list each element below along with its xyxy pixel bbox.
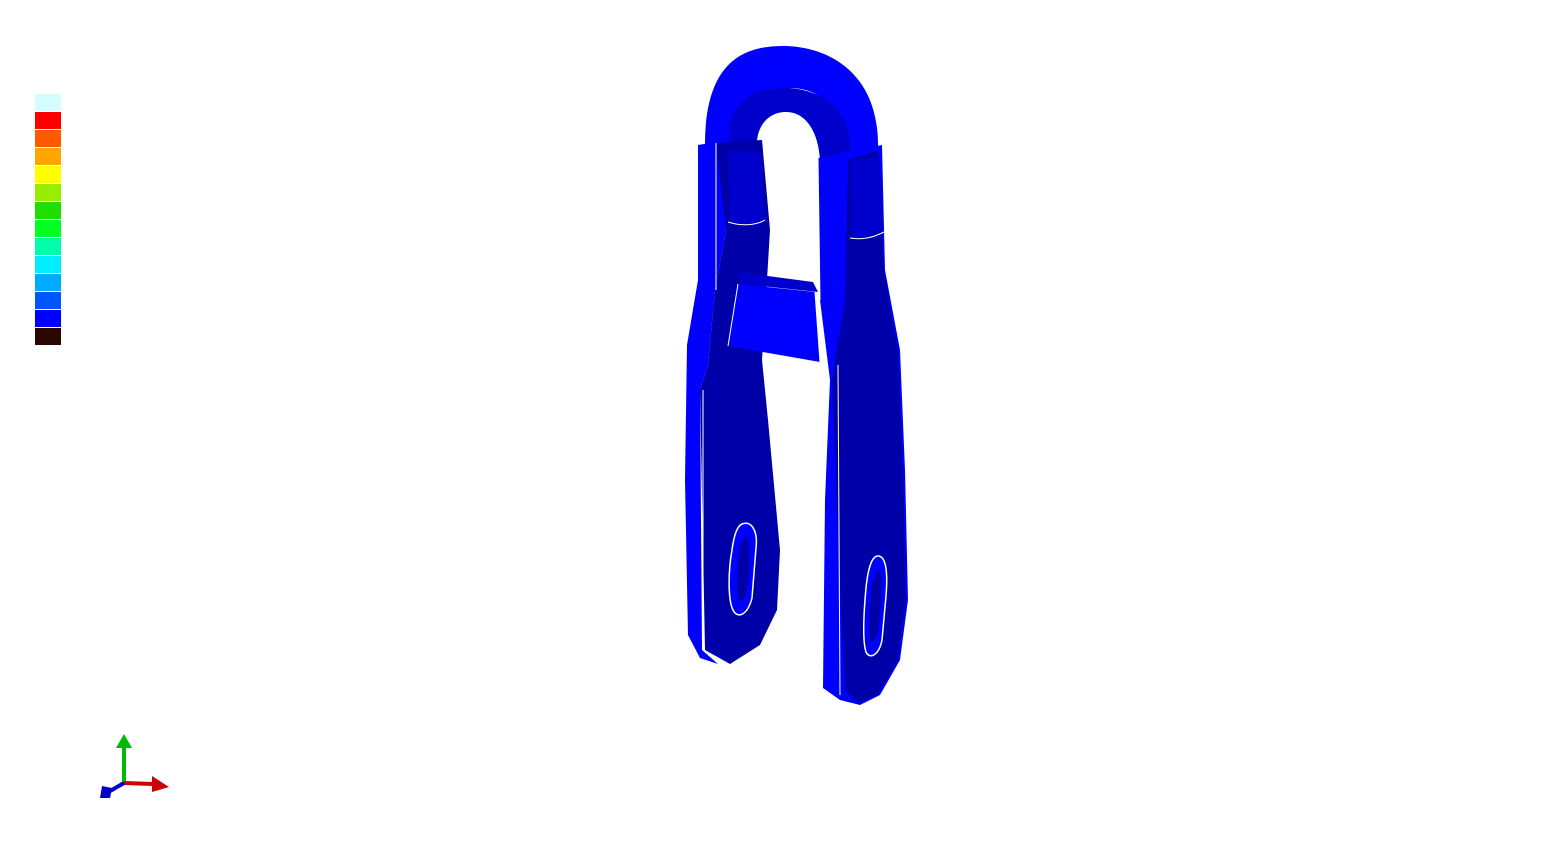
graphics-viewport[interactable] <box>0 0 1556 858</box>
z-axis-line <box>109 781 125 793</box>
shackle-left-leg-upper-block <box>728 150 765 228</box>
axis-triad <box>100 734 169 798</box>
y-axis-arrow <box>116 734 132 748</box>
shackle-model[interactable] <box>0 0 1556 858</box>
z-axis-arrow <box>100 786 112 798</box>
x-axis-line <box>123 781 155 786</box>
x-axis-arrow <box>152 776 169 792</box>
shackle-right-leg-upper-block <box>850 156 884 238</box>
